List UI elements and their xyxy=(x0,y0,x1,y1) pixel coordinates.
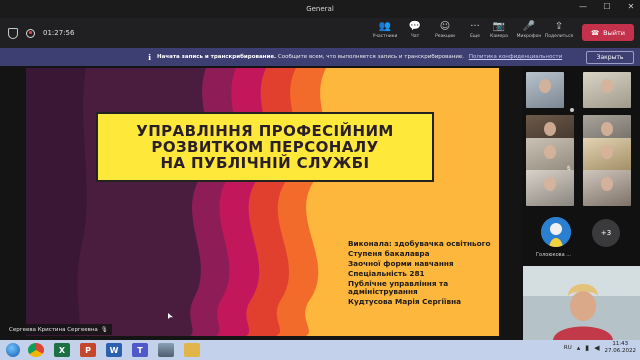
more-participants-button[interactable]: +3 xyxy=(592,219,620,247)
privacy-link[interactable]: Политика конфиденциальности xyxy=(469,54,562,60)
taskbar-app-word[interactable]: W xyxy=(101,341,127,359)
banner-message: Сообщите всем, что выполняется запись и … xyxy=(277,54,465,60)
center-controls: 👥 Участники 💬 Чат ☺ Реакции ··· Еще xyxy=(370,20,490,39)
volume-icon[interactable]: ◀ xyxy=(594,344,599,352)
participant-video-tile[interactable] xyxy=(583,138,631,174)
close-window-button[interactable]: ✕ xyxy=(626,2,636,11)
chat-icon: 💬 xyxy=(408,21,422,32)
share-label: Поделиться xyxy=(544,34,574,39)
recording-icon xyxy=(26,28,35,38)
word-icon: W xyxy=(106,343,122,357)
taskbar-app-excel[interactable]: X xyxy=(49,341,75,359)
participant-video-tile[interactable] xyxy=(526,72,564,108)
more-label: Еще xyxy=(470,34,480,39)
shield-icon[interactable] xyxy=(8,27,18,39)
language-indicator[interactable]: RU xyxy=(564,345,572,351)
start-button[interactable] xyxy=(3,341,23,359)
media-controls: 📷 Камера 🎤 Микрофон ⇪ Поделиться xyxy=(484,20,574,39)
recording-banner: ℹ Начата запись и транскрибирование. Соо… xyxy=(0,48,640,66)
chat-button[interactable]: 💬 Чат xyxy=(400,20,430,39)
taskbar-app-chrome[interactable] xyxy=(23,341,49,359)
info-line: Публічне управління та адміністрування xyxy=(348,279,449,296)
window-controls: — ☐ ✕ xyxy=(578,2,636,11)
leave-button[interactable]: ☎ Выйти xyxy=(582,24,634,41)
leave-label: Выйти xyxy=(603,28,625,37)
camera-label: Камера xyxy=(490,34,508,39)
chrome-icon xyxy=(28,343,44,357)
info-line: Спеціальність 281 xyxy=(348,269,425,278)
reactions-button[interactable]: ☺ Реакции xyxy=(430,20,460,39)
info-line: Ступеня бакалавра xyxy=(348,249,430,258)
microphone-icon: 🎤 xyxy=(522,21,536,32)
teams-icon: T xyxy=(132,343,148,357)
microphone-label: Микрофон xyxy=(516,34,542,39)
taskbar-app-powerpoint[interactable]: P xyxy=(75,341,101,359)
meeting-timer: 01:27:56 xyxy=(43,29,75,37)
camera-button[interactable]: 📷 Камера xyxy=(484,20,514,39)
clock[interactable]: 11:43 27.06.2022 xyxy=(605,341,637,355)
info-line: Заочної форми навчання xyxy=(348,259,454,268)
folder-icon xyxy=(184,343,200,357)
participants-label: Участники xyxy=(372,34,398,39)
clock-date: 27.06.2022 xyxy=(604,348,637,354)
windows-icon xyxy=(6,343,20,357)
participant-video-image xyxy=(523,266,640,340)
reactions-icon: ☺ xyxy=(439,21,451,32)
taskbar-app-explorer[interactable] xyxy=(179,341,205,359)
banner-bold: Начата запись и транскрибирование. xyxy=(157,54,277,60)
info-line: Виконала: здобувачка освітнього xyxy=(348,239,491,248)
banner-close-button[interactable]: Закрыть xyxy=(586,51,634,64)
excel-icon: X xyxy=(54,343,70,357)
share-button[interactable]: ⇪ Поделиться xyxy=(544,20,574,39)
slide-title: УПРАВЛІННЯ ПРОФЕСІЙНИМ РОЗВИТКОМ ПЕРСОНА… xyxy=(136,123,393,171)
scroll-indicator xyxy=(570,108,574,112)
microphone-button[interactable]: 🎤 Микрофон xyxy=(514,20,544,39)
banner-text: Начата запись и транскрибирование. Сообщ… xyxy=(157,54,562,60)
mic-off-icon: 🎙 xyxy=(100,326,108,333)
participant-video-tile[interactable]: 🎙 xyxy=(526,138,574,174)
window-title: General xyxy=(306,5,334,13)
window-titlebar: General — ☐ ✕ xyxy=(0,0,640,18)
taskbar-app-photo[interactable] xyxy=(153,341,179,359)
participant-video-tile[interactable] xyxy=(583,170,631,206)
maximize-button[interactable]: ☐ xyxy=(602,2,612,11)
chat-label: Чат xyxy=(410,34,420,39)
shared-screen: УПРАВЛІННЯ ПРОФЕСІЙНИМ РОЗВИТКОМ ПЕРСОНА… xyxy=(0,66,522,340)
windows-taskbar: X P W T RU ▴ ▮ ◀ 11:43 27.06.2022 xyxy=(0,340,640,360)
info-icon: ℹ xyxy=(148,52,152,62)
slide-author-info: Виконала: здобувачка освітнього Ступеня … xyxy=(348,240,498,308)
participant-video-tile[interactable] xyxy=(583,72,631,108)
camera-icon: 📷 xyxy=(492,21,506,32)
presenter-name: Сергеева Кристина Сергеевна xyxy=(9,326,98,333)
slide-title-line: РОЗВИТКОМ ПЕРСОНАЛУ xyxy=(151,138,379,156)
share-icon: ⇪ xyxy=(554,21,564,32)
info-line: Кудтусова Марія Сергіївна xyxy=(348,297,462,306)
reactions-label: Реакции xyxy=(435,34,455,39)
presenter-name-tag: Сергеева Кристина Сергеевна 🎙 xyxy=(5,324,112,335)
clock-time: 11:43 xyxy=(612,341,629,347)
slide-title-box: УПРАВЛІННЯ ПРОФЕСІЙНИМ РОЗВИТКОМ ПЕРСОНА… xyxy=(96,112,434,182)
participants-button[interactable]: 👥 Участники xyxy=(370,20,400,39)
minimize-button[interactable]: — xyxy=(578,2,588,11)
participant-video-large[interactable] xyxy=(523,266,640,340)
presentation-slide: УПРАВЛІННЯ ПРОФЕСІЙНИМ РОЗВИТКОМ ПЕРСОНА… xyxy=(26,68,499,336)
flag-avatar-icon xyxy=(541,217,571,247)
slide-title-line: НА ПУБЛІЧНІЙ СЛУЖБІ xyxy=(160,154,370,172)
slide-title-line: УПРАВЛІННЯ ПРОФЕСІЙНИМ xyxy=(136,122,394,140)
more-icon: ··· xyxy=(470,21,480,32)
photo-icon xyxy=(158,343,174,357)
network-icon[interactable]: ▮ xyxy=(585,344,589,352)
people-icon: 👥 xyxy=(378,21,392,32)
meeting-toolbar: 01:27:56 👥 Участники 💬 Чат ☺ Реакции ···… xyxy=(0,18,640,48)
taskbar-app-teams[interactable]: T xyxy=(127,341,153,359)
chevron-up-icon[interactable]: ▴ xyxy=(577,344,581,352)
system-tray: RU ▴ ▮ ◀ 11:43 27.06.2022 xyxy=(564,341,636,355)
powerpoint-icon: P xyxy=(80,343,96,357)
phone-icon: ☎ xyxy=(591,28,600,37)
participant-avatar[interactable] xyxy=(541,217,571,247)
participant-video-tile[interactable] xyxy=(526,170,574,206)
participant-name-label: Голоюкова ... xyxy=(536,252,572,258)
